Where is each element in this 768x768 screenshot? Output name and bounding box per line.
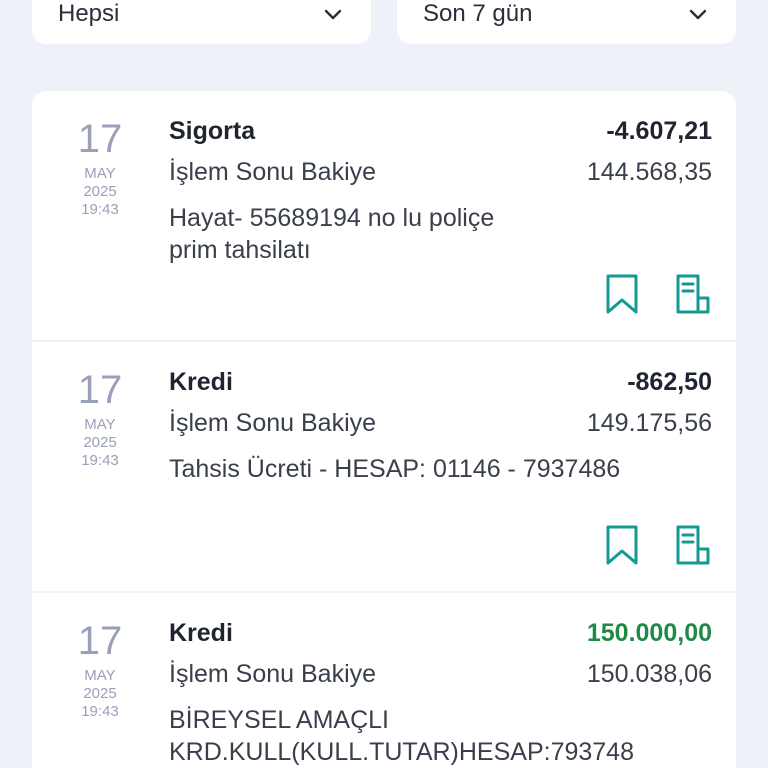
transaction-item[interactable]: 17 MAY 2025 19:43 Kredi 150.000,00 İşlem…: [32, 593, 736, 768]
date-month: MAY: [84, 165, 116, 182]
transaction-item[interactable]: 17 MAY 2025 19:43 Kredi -862,50 İşlem So…: [32, 342, 736, 593]
date-month: MAY: [84, 416, 116, 433]
transaction-description: Hayat- 55689194 no lu poliçe prim tahsil…: [169, 204, 495, 264]
transaction-description: BİREYSEL AMAÇLI KRD.KULL(KULL.TUTAR)HESA…: [169, 706, 634, 766]
transaction-type-filter[interactable]: Hepsi: [32, 0, 371, 44]
date-month: MAY: [84, 667, 116, 684]
transaction-date: 17 MAY 2025 19:43: [72, 368, 128, 470]
transaction-title: Sigorta: [169, 117, 256, 145]
chevron-down-icon: [321, 2, 345, 26]
transaction-actions: [602, 273, 712, 315]
chevron-down-icon: [686, 2, 710, 26]
transaction-amount: -4.607,21: [606, 117, 712, 145]
balance-value: 149.175,56: [586, 409, 712, 437]
balance-value: 150.038,06: [586, 660, 712, 688]
transaction-title: Kredi: [169, 619, 233, 647]
date-day: 17: [77, 368, 123, 412]
transaction-item[interactable]: 17 MAY 2025 19:43 Sigorta -4.607,21 İşle…: [32, 91, 736, 342]
date-time: 19:43: [81, 201, 119, 218]
balance-label: İşlem Sonu Bakiye: [169, 409, 377, 437]
date-year: 2025: [83, 685, 117, 702]
transaction-amount: -862,50: [627, 368, 712, 396]
filter-bar: Hepsi Son 7 gün: [32, 0, 736, 44]
date-day: 17: [77, 619, 123, 663]
transaction-list: 17 MAY 2025 19:43 Sigorta -4.607,21 İşle…: [32, 91, 736, 768]
date-year: 2025: [83, 434, 117, 451]
date-time: 19:43: [81, 452, 119, 469]
receipt-icon[interactable]: [672, 524, 712, 566]
transaction-description: Tahsis Ücreti - HESAP: 01146 - 7937486: [169, 455, 621, 483]
transaction-amount: 150.000,00: [586, 619, 712, 647]
balance-label: İşlem Sonu Bakiye: [169, 158, 377, 186]
balance-label: İşlem Sonu Bakiye: [169, 660, 377, 688]
transaction-title: Kredi: [169, 368, 233, 396]
balance-value: 144.568,35: [586, 158, 712, 186]
bookmark-icon[interactable]: [602, 273, 642, 315]
transaction-date: 17 MAY 2025 19:43: [72, 117, 128, 219]
receipt-icon[interactable]: [672, 273, 712, 315]
period-filter[interactable]: Son 7 gün: [397, 0, 736, 44]
transaction-date: 17 MAY 2025 19:43: [72, 619, 128, 721]
date-time: 19:43: [81, 703, 119, 720]
transaction-actions: [602, 524, 712, 566]
period-filter-label: Son 7 gün: [423, 0, 533, 27]
date-year: 2025: [83, 183, 117, 200]
bookmark-icon[interactable]: [602, 524, 642, 566]
transaction-type-filter-label: Hepsi: [58, 0, 120, 27]
date-day: 17: [77, 117, 123, 161]
